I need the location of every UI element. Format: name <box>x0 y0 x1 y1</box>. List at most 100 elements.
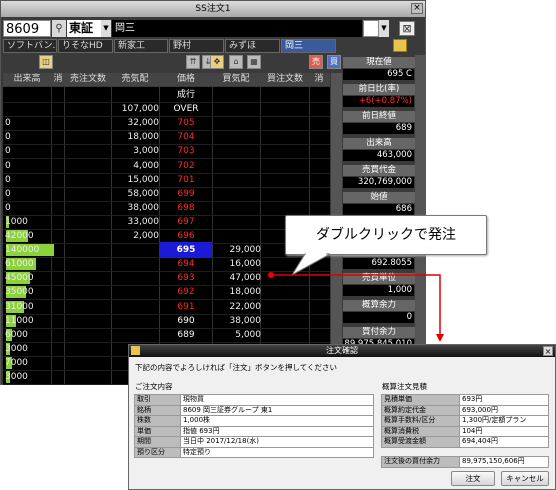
color-select[interactable] <box>363 20 379 37</box>
estimate-row: 概算受渡金額 694,404円 <box>381 436 549 448</box>
header-cancel-buy: 消 <box>314 74 324 84</box>
detail-value: 特定預り <box>180 446 374 458</box>
stock-code-input[interactable]: 8609 <box>3 20 51 37</box>
board-header: 出来高 消 売注文数 売気配 価格 買気配 買注文数 消 <box>3 73 330 86</box>
market-select[interactable]: 東証 <box>67 20 101 37</box>
order-board: 成行 107,000 OVER 0 32,000 705 0 18,000 704 0 3,000 7… <box>3 87 330 385</box>
quote-value: 686 <box>343 204 414 215</box>
tab-0[interactable]: ソフトバン... <box>3 39 57 53</box>
quote-label: 前日比(率) <box>343 84 415 95</box>
header-ask: 売気配 <box>121 74 149 84</box>
detail-value: 693,000円 <box>459 404 549 416</box>
header-sell-orders: 売注文数 <box>69 74 106 84</box>
tab-5[interactable]: 岡三 <box>281 39 336 53</box>
quote-label: 概算余力 <box>343 300 415 311</box>
tab-2[interactable]: 新家工 <box>114 39 168 53</box>
header-buy-orders: 買注文数 <box>266 74 303 84</box>
quote-label: 出来高 <box>343 138 415 149</box>
dialog-close-icon[interactable]: × <box>543 346 553 356</box>
callout-anchor-dot <box>268 272 274 278</box>
estimate-row: 概算手数料/区分 1,300円/定額プラン <box>381 415 549 427</box>
home-icon[interactable]: ⌂ <box>229 55 243 69</box>
dialog-message: 下記の内容でよろしければ「注文」ボタンを押してください <box>135 363 338 372</box>
detail-key: 単価 <box>134 425 181 437</box>
detail-value: 693円 <box>459 394 549 406</box>
dialog-title: 注文確認 <box>129 345 555 357</box>
sell-icon[interactable]: 売 <box>309 55 323 69</box>
quote-value: 0 <box>343 312 414 323</box>
quote-label: 買付余力 <box>343 327 415 338</box>
quote-value: 692.8055 <box>343 258 414 269</box>
detail-key: 概算受渡金額 <box>381 436 460 448</box>
detail-key: 取引 <box>134 394 181 406</box>
toolbar: ◫ ⇈ ⇊ ✥ ⌂ ▦ 売 買 <box>3 54 341 71</box>
order-button[interactable]: 注文 <box>451 471 495 486</box>
order-detail-row: 期間 当日中 2017/12/18(水) <box>134 436 374 448</box>
window-close-icon[interactable]: × <box>411 3 423 14</box>
quote-value: 1,000 <box>343 285 414 296</box>
callout-tooltip: ダブルクリックで発注 <box>285 215 487 255</box>
quote-value: 689 <box>343 123 414 134</box>
order-detail-row: 預り区分 特定預り <box>134 446 374 458</box>
quote-label: 前日終値 <box>343 111 415 122</box>
buy-icon[interactable]: 買 <box>327 55 341 69</box>
window-title: SS注文1 <box>1 1 425 17</box>
stock-name: 岡三 <box>112 20 362 37</box>
detail-value: 694,404円 <box>459 436 549 448</box>
clear-icon[interactable]: ⊠ <box>399 21 415 36</box>
order-detail-row: 株数 1,000株 <box>134 415 374 427</box>
center-icon[interactable]: ✥ <box>210 55 224 69</box>
folder-icon[interactable] <box>393 39 407 52</box>
order-detail-row: 銘柄 8609 岡三証券グループ 東1 <box>134 404 374 416</box>
detail-value: 1,300円/定額プラン <box>459 415 549 427</box>
detail-value: 1,000株 <box>180 415 374 427</box>
header-bid: 買気配 <box>222 74 250 84</box>
quote-value: +6(+0.87%) <box>343 96 414 107</box>
tab-4[interactable]: みずほ <box>225 39 280 53</box>
estimate-row: 概算約定代金 693,000円 <box>381 404 549 416</box>
tab-1[interactable]: りそなHD <box>58 39 113 53</box>
chevron-down-icon[interactable]: ▼ <box>379 20 389 37</box>
quote-value: 695 C <box>343 69 414 80</box>
header-cancel: 消 <box>53 74 63 84</box>
detail-key: 概算約定代金 <box>381 404 460 416</box>
screenshot-root: SS注文1 × 8609 ⚲ 東証 ▼ 岡三 ▼ ⊠ ソフトバン... りそなHD… <box>0 0 556 490</box>
scroll-top-icon[interactable]: ⇈ <box>186 55 200 69</box>
quote-value: 320,769,000 <box>343 177 414 188</box>
detail-key: 銘柄 <box>134 404 181 416</box>
header-price: 価格 <box>176 74 195 84</box>
detail-key: 株数 <box>134 415 181 427</box>
remaining-power-label: 注文後の買付余力 <box>381 456 460 468</box>
order-details-heading: ご注文内容 <box>135 382 173 391</box>
detail-key: 概算消費税 <box>381 425 460 437</box>
volume-cell: 3000 <box>5 372 28 382</box>
quote-label: 始値 <box>343 192 415 203</box>
order-book-icon[interactable]: ◫ <box>39 55 53 69</box>
detail-key: 預り区分 <box>134 446 181 458</box>
detail-key: 期間 <box>134 436 181 448</box>
detail-value: 当日中 2017/12/18(水) <box>180 436 374 448</box>
chevron-down-icon[interactable]: ▼ <box>101 20 111 37</box>
order-details-table: 取引 現物買 銘柄 8609 岡三証券グループ 東1 株数 1,000株 単価 指値 693円… <box>134 394 374 458</box>
cancel-button[interactable]: キャンセル <box>501 471 549 486</box>
order-detail-row: 単価 指値 693円 <box>134 425 374 437</box>
search-icon[interactable]: ⚲ <box>52 20 66 37</box>
detail-value: 104円 <box>459 425 549 437</box>
detail-key: 概算手数料/区分 <box>381 415 460 427</box>
detail-value: 現物買 <box>180 394 374 406</box>
quote-label: 売買代金 <box>343 165 415 176</box>
stock-tabs: ソフトバン... りそなHD 新家工 野村 みずほ 岡三 <box>3 39 391 53</box>
tab-3[interactable]: 野村 <box>169 39 224 53</box>
remaining-power-value: 89,975,150,606円 <box>459 456 549 468</box>
estimate-table: 見積単価 693円 概算約定代金 693,000円 概算手数料/区分 1,300円/定額プ… <box>381 394 549 448</box>
dialog-app-icon <box>131 346 140 355</box>
estimate-heading: 概算注文見積 <box>382 382 427 391</box>
order-detail-row: 取引 現物買 <box>134 394 374 406</box>
order-confirm-dialog: 注文確認 × 下記の内容でよろしければ「注文」ボタンを押してください ご注文内容… <box>128 344 556 490</box>
grid-icon[interactable]: ▦ <box>247 55 261 69</box>
quote-value: 463,000 <box>343 150 414 161</box>
quote-label: 売買単位 <box>343 273 415 284</box>
header-volume: 出来高 <box>13 74 41 84</box>
order-window: SS注文1 × 8609 ⚲ 東証 ▼ 岡三 ▼ ⊠ ソフトバン... りそなHD… <box>0 0 426 385</box>
estimate-row: 概算消費税 104円 <box>381 425 549 437</box>
